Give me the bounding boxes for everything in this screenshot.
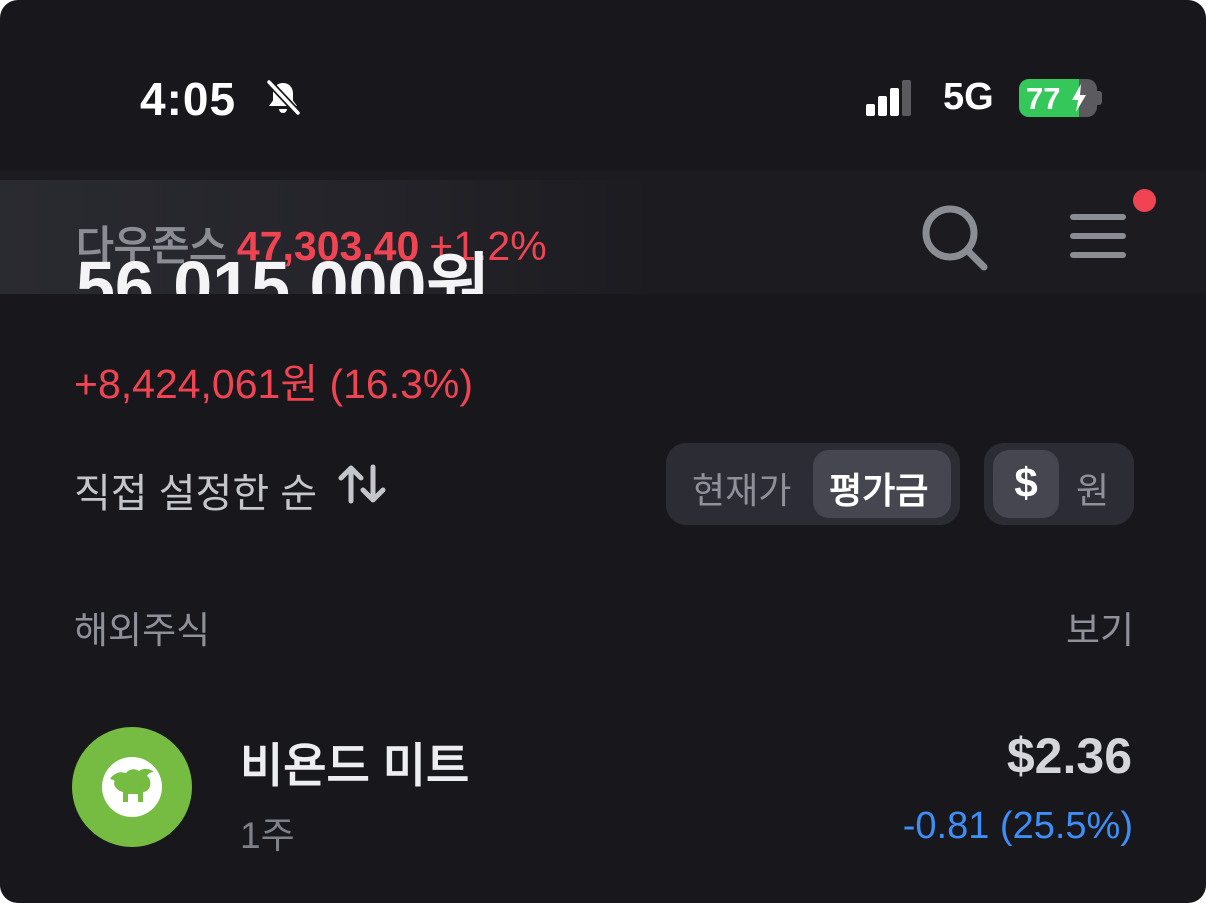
currency-toggle: $ 원 [984, 443, 1134, 525]
sort-label: 직접 설정한 순 [74, 472, 318, 516]
battery-indicator: 77 [1019, 79, 1097, 117]
beyond-meat-logo-icon [72, 727, 192, 847]
sort-arrows-icon[interactable] [337, 463, 387, 505]
battery-percent: 77 [1026, 81, 1061, 116]
stock-name[interactable]: 비욘드 미트 [240, 727, 469, 796]
stock-price: $2.36 [1006, 728, 1132, 784]
sort-button[interactable]: 직접 설정한 순 [74, 461, 317, 519]
battery-cap [1097, 91, 1102, 105]
network-label: 5G [943, 76, 994, 118]
valuation-option-label: 평가금 [829, 470, 929, 511]
search-icon[interactable] [918, 201, 990, 273]
valuation-option[interactable]: 평가금 [813, 450, 951, 518]
usd-option-label: $ [1014, 459, 1038, 506]
price-mode-toggle: 현재가 평가금 [666, 443, 960, 525]
view-button[interactable]: 보기 [1066, 600, 1134, 654]
bell-slash-icon [266, 79, 301, 116]
krw-option[interactable]: 원 [1076, 462, 1109, 514]
app-screen: 4:05 5G 77 다우존스 47,303.40 +1.2% 56,015,000 [0, 0, 1206, 903]
cellular-signal-icon [866, 80, 911, 116]
hamburger-menu-icon[interactable] [1068, 206, 1130, 266]
current-price-option[interactable]: 현재가 [692, 462, 791, 514]
total-balance-value: 56,015,000원 [76, 250, 491, 294]
bolt-icon [1072, 84, 1086, 112]
notification-dot [1133, 189, 1156, 212]
total-balance: 56,015,000원 [76, 250, 696, 294]
section-title: 해외주식 [74, 610, 211, 651]
stock-change: -0.81 (25.5%) [902, 805, 1133, 847]
status-time: 4:05 [140, 73, 237, 125]
stock-quantity: 1주 [240, 815, 295, 856]
usd-option[interactable]: $ [993, 450, 1059, 518]
steer-icon [110, 768, 154, 802]
total-profit: +8,424,061원 (16.3%) [74, 361, 474, 407]
